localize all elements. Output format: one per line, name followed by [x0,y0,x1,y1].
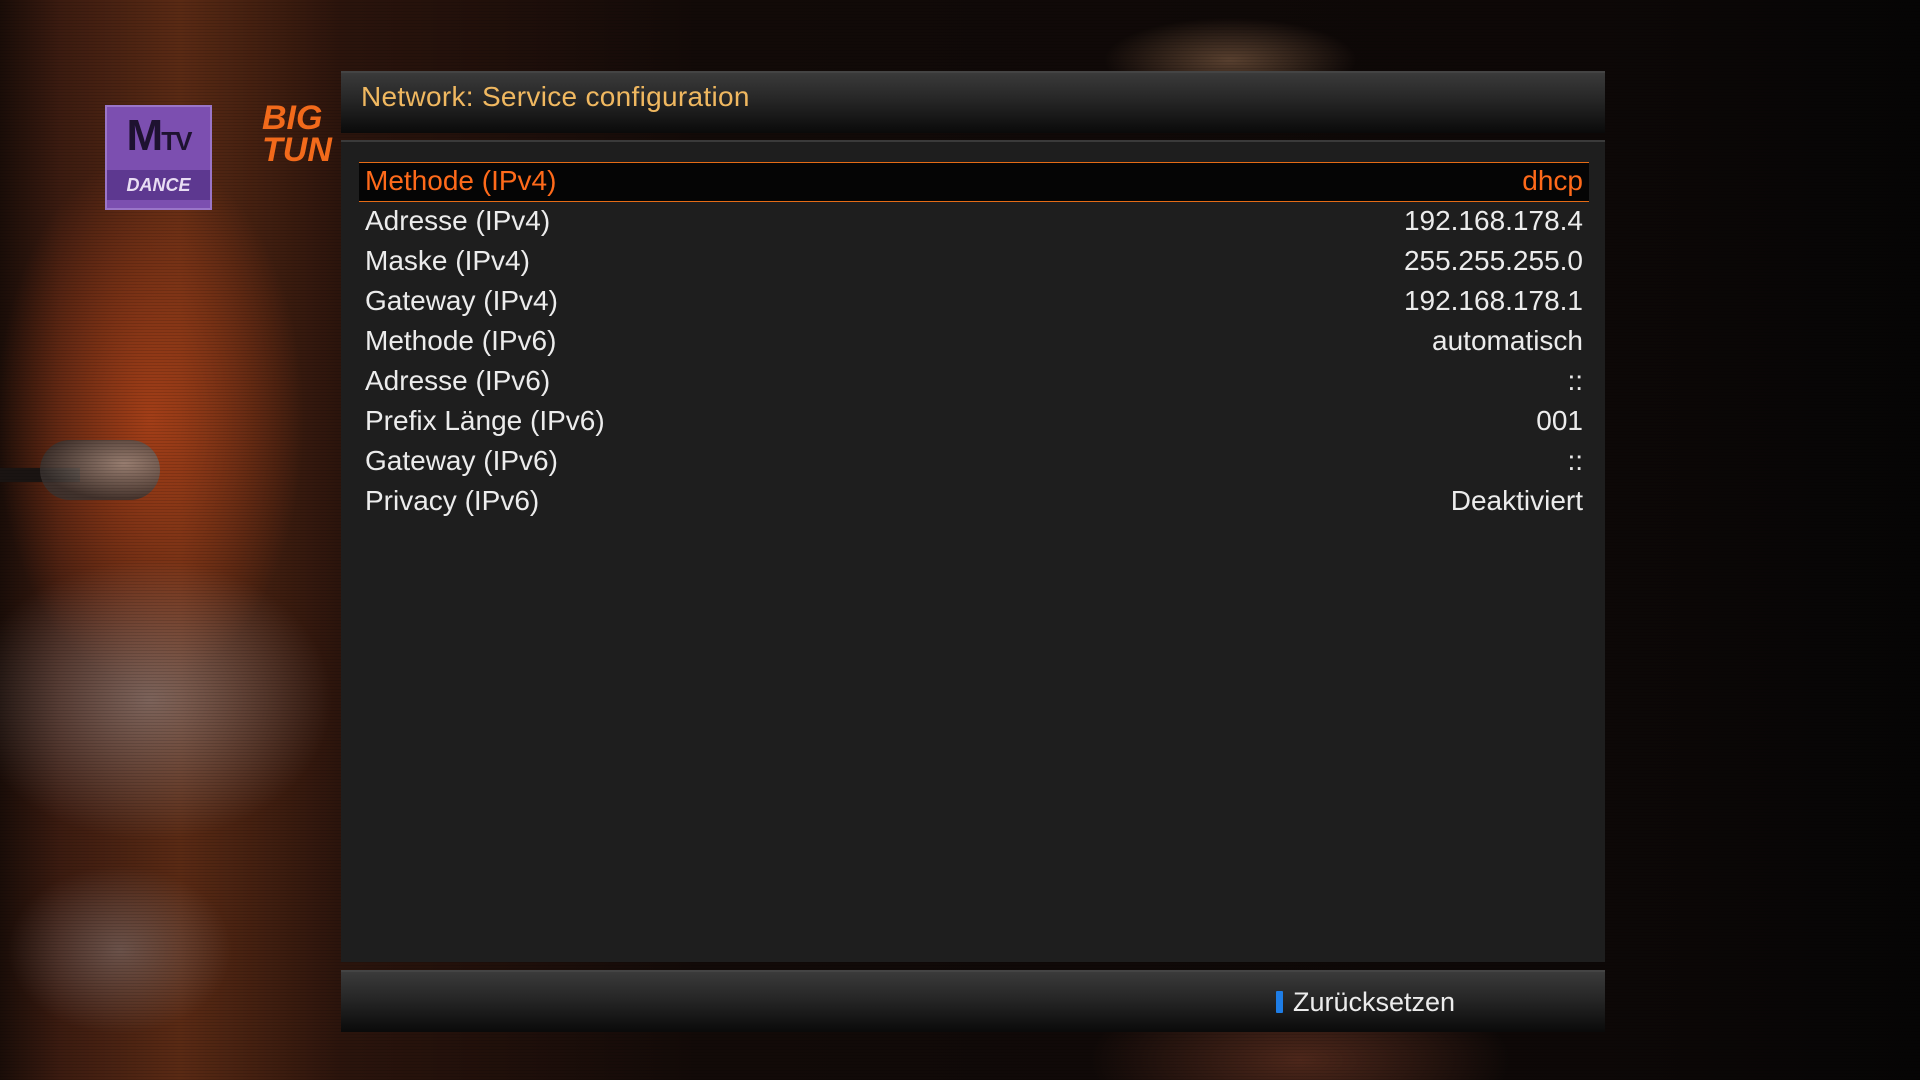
mtv-logo-tv: TV [161,126,192,156]
config-row-label: Adresse (IPv6) [365,365,551,396]
config-row-label: Maske (IPv4) [365,245,530,276]
config-row[interactable]: Adresse (IPv4) 192.168.178.4 [359,202,1589,242]
config-row[interactable]: Prefix Länge (IPv6) 001 [359,402,1589,442]
config-row[interactable]: Gateway (IPv4) 192.168.178.1 [359,282,1589,322]
button-bar: Zurücksetzen [341,970,1605,1032]
page-title: Network: Service configuration [361,81,750,112]
config-row[interactable]: Maske (IPv4) 255.255.255.0 [359,242,1589,282]
reset-button-label: Zurücksetzen [1293,986,1456,1017]
mtv-logo-mark: MTV [107,107,210,170]
config-row[interactable]: Gateway (IPv6):: [359,442,1589,482]
config-row-value: 001 [1536,405,1583,436]
config-row[interactable]: Privacy (IPv6) Deaktiviert [359,482,1589,522]
config-row-value: automatisch [1432,325,1583,356]
mtv-logo-m: M [126,111,164,160]
program-logo-text: BIG TUN [262,102,332,166]
config-row-label: Privacy (IPv6) [365,485,540,516]
config-row-value: 192.168.178.1 [1403,285,1583,316]
program-logo: BIG TUN [262,102,340,166]
config-row-value: 192.168.178.4 [1403,205,1583,236]
config-row-value: Deaktiviert [1450,485,1583,516]
mtv-logo-dance: DANCE [107,170,210,200]
config-row[interactable]: Methode (IPv6) automatisch [359,322,1589,362]
blue-key-icon [1276,991,1283,1013]
mtv-dance-logo: MTV DANCE [105,105,212,210]
config-list: Methode (IPv4) dhcp Adresse (IPv4) 192.168.… [359,162,1589,522]
config-row[interactable]: Methode (IPv4) dhcp [359,162,1589,202]
reset-button[interactable]: Zurücksetzen [1276,982,1455,1022]
config-row-label: Prefix Länge (IPv6) [365,405,605,436]
config-row-label: Methode (IPv6) [365,325,557,356]
config-row-value: :: [1567,365,1583,396]
config-row-value: dhcp [1522,165,1583,196]
config-row-label: Methode (IPv4) [365,165,557,196]
title-bar: Network: Service configuration [341,71,1605,133]
config-row[interactable]: Adresse (IPv6):: [359,362,1589,402]
config-row-label: Gateway (IPv4) [365,285,558,316]
screen: MTV DANCE BIG TUN Network: Service confi… [0,0,1920,1080]
config-row-label: Gateway (IPv6) [365,445,558,476]
config-row-value: 255.255.255.0 [1403,245,1583,276]
config-row-value: :: [1567,445,1583,476]
config-row-label: Adresse (IPv4) [365,205,551,236]
config-panel: Methode (IPv4) dhcp Adresse (IPv4) 192.168.… [341,140,1605,962]
